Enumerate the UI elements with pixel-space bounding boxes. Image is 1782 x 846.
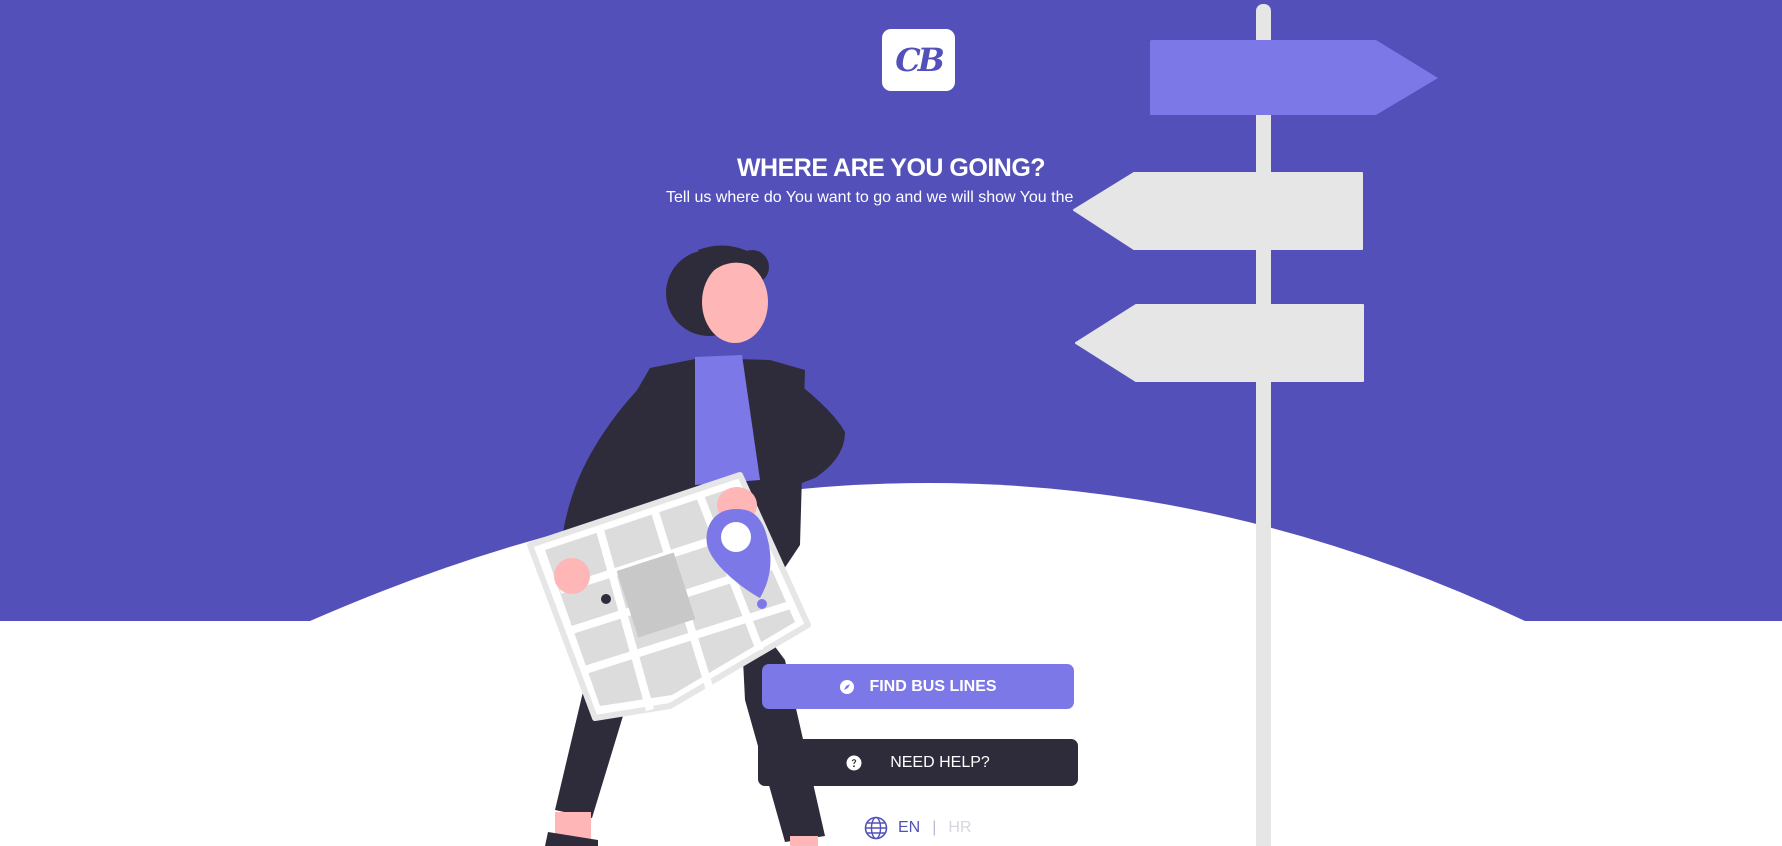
language-option-en[interactable]: EN (898, 819, 920, 837)
need-help-label: NEED HELP? (890, 753, 990, 771)
brand-logo[interactable]: CB (882, 29, 955, 91)
language-separator: | (932, 819, 937, 836)
language-option-hr[interactable]: HR (948, 819, 971, 837)
page-title: WHERE ARE YOU GOING? (736, 154, 1046, 182)
need-help-button[interactable]: NEED HELP? (758, 739, 1078, 786)
hill-shape (310, 483, 1525, 621)
page-subtitle: Tell us where do You want to go and we w… (666, 189, 1074, 206)
signpost-graphic (1073, 4, 1438, 846)
find-bus-lines-label: FIND BUS LINES (869, 677, 997, 695)
language-switcher: EN | HR (864, 816, 972, 840)
find-bus-lines-button[interactable]: FIND BUS LINES (762, 664, 1074, 709)
question-circle-icon (846, 755, 862, 770)
logo-text: CB (895, 41, 944, 79)
compass-icon (840, 679, 855, 694)
traveler-illustration (310, 4, 1525, 846)
globe-icon (864, 816, 888, 840)
